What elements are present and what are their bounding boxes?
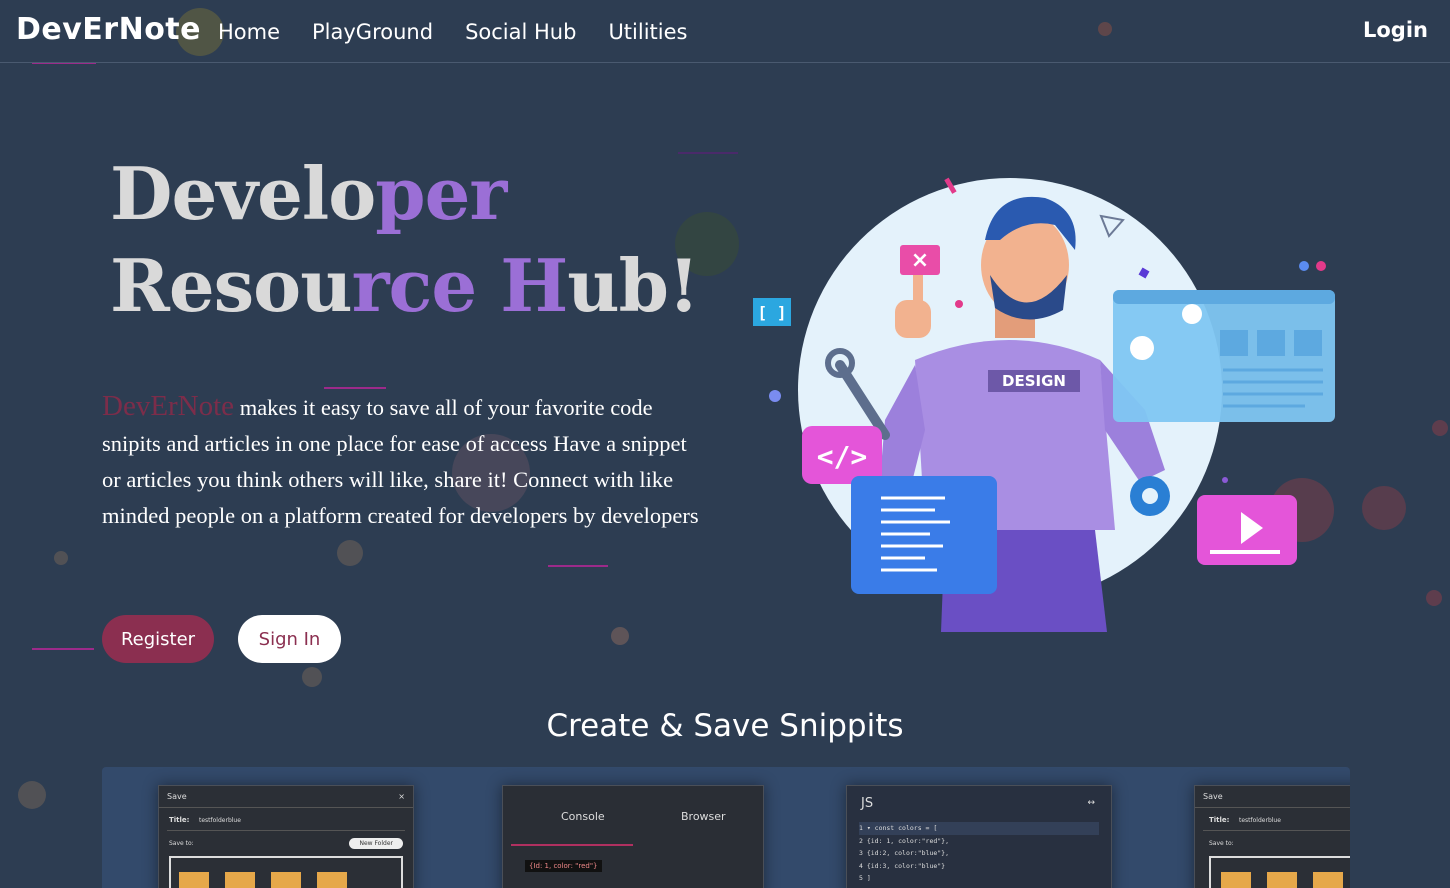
hero-title-part: ub! [567, 243, 699, 328]
expand-icon: ↔ [1087, 798, 1095, 808]
code-line: 4 {id:3, color:"blue"} [859, 861, 946, 870]
hero-title-part: Resou [110, 243, 353, 328]
nav-playground[interactable]: PlayGround [312, 20, 433, 44]
hero-title: Developer Resource Hub! [110, 148, 700, 332]
code-line: 3 {id:2, color:"blue"}, [859, 849, 950, 857]
nav-social-hub[interactable]: Social Hub [465, 20, 576, 44]
developer-illustration: DESIGN × </> [ ] [753, 177, 1335, 632]
screenshot-save-dialog: Save × Title: testfolderblue Save to: Ne… [158, 785, 414, 888]
register-button[interactable]: Register [102, 615, 214, 663]
hero-description: DevErNote makes it easy to save all of y… [102, 388, 702, 534]
close-icon: × [911, 248, 929, 273]
login-link[interactable]: Login [1363, 18, 1428, 42]
developer-hand [895, 300, 931, 338]
folder-icon [225, 872, 255, 888]
code-icon: </> [817, 440, 868, 473]
signin-button[interactable]: Sign In [238, 615, 341, 663]
decor-line [32, 648, 94, 650]
title-value: testfolderblue [1239, 817, 1281, 824]
bracket-icon: [ ] [758, 303, 787, 322]
dialog-title: Save [1203, 792, 1223, 801]
particle [1362, 486, 1406, 530]
screenshot-save-dialog-2: Save Title: testfolderblue Save to: [1194, 785, 1350, 888]
folder-icon [317, 872, 347, 888]
particle [54, 551, 68, 565]
dialog-header: Save [1195, 786, 1350, 808]
save-to-label: Save to: [169, 840, 194, 847]
navbar: DevErNote Home PlayGround Social Hub Uti… [0, 0, 1450, 63]
hero-title-accent: rce H [351, 243, 569, 328]
particle [611, 627, 629, 645]
brand-logo[interactable]: DevErNote [16, 12, 201, 47]
nav-links: Home PlayGround Social Hub Utilities [218, 20, 687, 44]
code-line: 1 ▾ const colors = [ [859, 822, 1099, 835]
description-brand: DevErNote [102, 390, 235, 422]
screenshot-code-editor: JS ↔ 1 ▾ const colors = [ 2 {id: 1, colo… [846, 785, 1112, 888]
folder-icon [1313, 872, 1343, 888]
console-tab: Console [561, 810, 605, 823]
nav-utilities[interactable]: Utilities [608, 20, 687, 44]
title-label: Title: [169, 816, 190, 824]
nav-home[interactable]: Home [218, 20, 280, 44]
close-icon: × [398, 792, 405, 801]
dialog-title: Save [167, 792, 187, 801]
folder-icon [1267, 872, 1297, 888]
code-block: 1 ▾ const colors = [ 2 {id: 1, color:"re… [859, 822, 1099, 885]
particle [1426, 590, 1442, 606]
hero-title-part: Develo [110, 151, 376, 236]
save-to-label: Save to: [1209, 840, 1234, 847]
particle [302, 667, 322, 687]
new-folder-button: New Folder [349, 838, 403, 849]
lang-label: JS [861, 796, 874, 811]
code-line: 2 {id: 1, color:"red"}, [859, 836, 950, 845]
section-title: Create & Save Snippits [546, 708, 904, 744]
dialog-header: Save × [159, 786, 413, 808]
code-line: 5 ] [859, 874, 871, 882]
console-log: {Id: 1, color: "red"} [525, 860, 602, 872]
particle [337, 540, 363, 566]
particle [1432, 420, 1448, 436]
folder-icon [1221, 872, 1251, 888]
shirt-label: DESIGN [1002, 372, 1066, 390]
decor-line [548, 565, 608, 567]
hero-title-accent: per [375, 151, 507, 236]
snippet-gallery: Save × Title: testfolderblue Save to: Ne… [102, 767, 1350, 888]
particle [18, 781, 46, 809]
title-value: testfolderblue [199, 817, 241, 824]
screenshot-console: Console Browser {Id: 1, color: "red"} [502, 785, 764, 888]
title-label: Title: [1209, 816, 1230, 824]
folder-icon [179, 872, 209, 888]
folder-icon [271, 872, 301, 888]
browser-tab: Browser [681, 810, 726, 823]
